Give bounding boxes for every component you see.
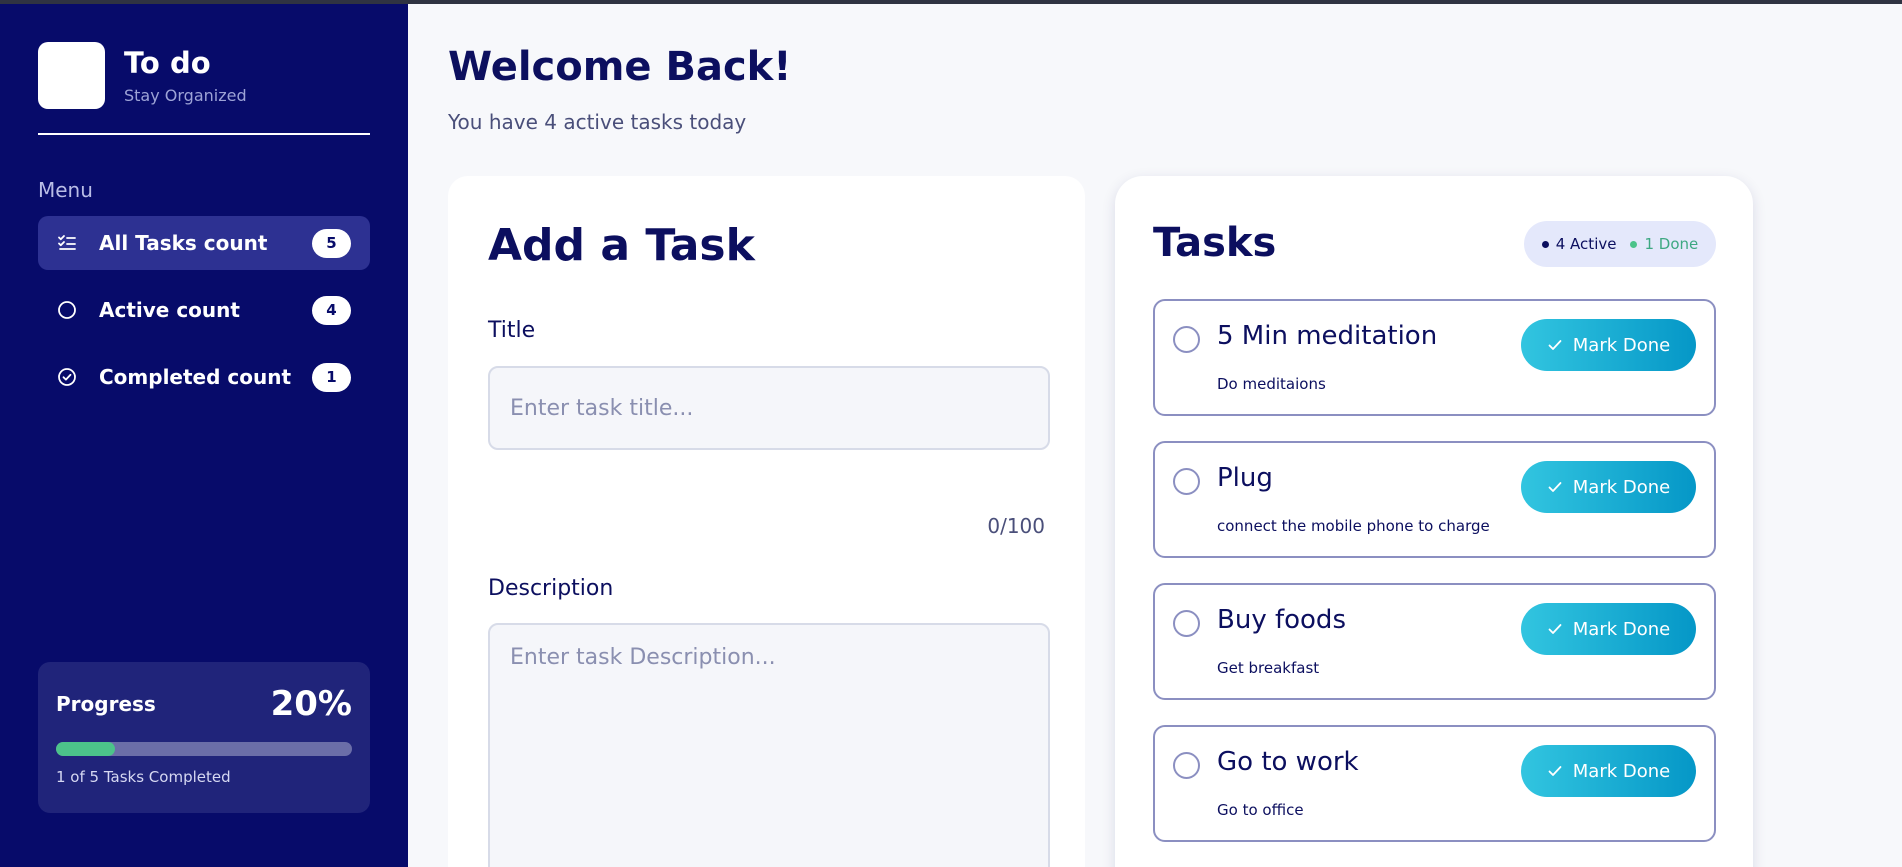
brand: To do Stay Organized [38, 42, 247, 109]
task-title: Buy foods [1217, 605, 1346, 635]
app-subtitle: Stay Organized [124, 86, 247, 105]
progress-summary: 1 of 5 Tasks Completed [56, 768, 231, 786]
tasks-card: Tasks 4 Active 1 Done 5 Min meditation D… [1115, 176, 1753, 867]
tasks-title: Tasks [1153, 220, 1277, 266]
mark-done-button[interactable]: Mark Done [1521, 603, 1696, 655]
check-icon [1548, 482, 1562, 492]
mark-done-label: Mark Done [1572, 476, 1671, 498]
task-title: Plug [1217, 463, 1273, 493]
mark-done-button[interactable]: Mark Done [1521, 461, 1696, 513]
progress-card: Progress 20% 1 of 5 Tasks Completed [38, 662, 370, 813]
task-description: Go to office [1217, 801, 1304, 819]
task-description-input[interactable] [488, 623, 1050, 867]
count-badge: 5 [312, 228, 351, 258]
task-item: 5 Min meditation Do meditaions Mark Done [1153, 299, 1716, 416]
task-description: connect the mobile phone to charge [1217, 517, 1490, 535]
count-badge: 4 [312, 295, 351, 325]
check-icon [1548, 340, 1562, 350]
sidebar-item-active[interactable]: Active count 4 [38, 283, 370, 337]
sidebar-item-label: All Tasks count [99, 231, 268, 255]
page-title: Welcome Back! [448, 44, 792, 90]
description-label: Description [488, 576, 614, 601]
task-status-badge: 4 Active 1 Done [1524, 221, 1716, 267]
add-task-title: Add a Task [488, 220, 755, 271]
progress-bar [56, 742, 352, 756]
task-title: Go to work [1217, 747, 1359, 777]
mark-done-label: Mark Done [1572, 334, 1671, 356]
checklist-icon [57, 233, 77, 253]
mark-done-label: Mark Done [1572, 760, 1671, 782]
sidebar-item-label: Active count [99, 298, 240, 322]
progress-percent: 20% [270, 684, 352, 724]
task-checkbox[interactable] [1173, 468, 1200, 495]
mark-done-button[interactable]: Mark Done [1521, 745, 1696, 797]
brand-divider [38, 133, 370, 135]
task-item: Buy foods Get breakfast Mark Done [1153, 583, 1716, 700]
task-checkbox[interactable] [1173, 752, 1200, 779]
count-badge: 1 [312, 362, 351, 392]
char-counter: 0/100 [987, 514, 1045, 538]
sidebar: To do Stay Organized Menu All Tasks coun… [0, 4, 408, 867]
mark-done-label: Mark Done [1572, 618, 1671, 640]
task-item: Go to work Go to office Mark Done [1153, 725, 1716, 842]
task-checkbox[interactable] [1173, 610, 1200, 637]
add-task-card: Add a Task Title 0/100 Description [448, 176, 1085, 867]
progress-bar-fill [56, 742, 116, 756]
app-logo [38, 42, 105, 109]
task-item: Plug connect the mobile phone to charge … [1153, 441, 1716, 558]
sidebar-item-all-tasks[interactable]: All Tasks count 5 [38, 216, 370, 270]
check-icon [1548, 766, 1562, 776]
page-subtitle: You have 4 active tasks today [448, 110, 747, 134]
task-description: Do meditaions [1217, 375, 1326, 393]
sidebar-menu: All Tasks count 5 Active count 4 Complet… [38, 216, 370, 417]
done-dot-icon [1630, 240, 1638, 248]
menu-label: Menu [38, 178, 93, 202]
done-count-label: 1 Done [1644, 235, 1699, 253]
task-title-input[interactable] [488, 366, 1050, 450]
check-icon [1548, 624, 1562, 634]
sidebar-item-label: Completed count [99, 365, 292, 389]
task-title: 5 Min meditation [1217, 321, 1438, 351]
app-title: To do [124, 46, 211, 80]
check-circle-icon [57, 367, 77, 387]
circle-icon [57, 300, 77, 320]
active-count-label: 4 Active [1555, 235, 1617, 253]
mark-done-button[interactable]: Mark Done [1521, 319, 1696, 371]
progress-title: Progress [56, 692, 156, 716]
active-dot-icon [1541, 240, 1549, 248]
task-checkbox[interactable] [1173, 326, 1200, 353]
task-description: Get breakfast [1217, 659, 1320, 677]
sidebar-item-completed[interactable]: Completed count 1 [38, 350, 370, 404]
title-label: Title [488, 318, 536, 343]
